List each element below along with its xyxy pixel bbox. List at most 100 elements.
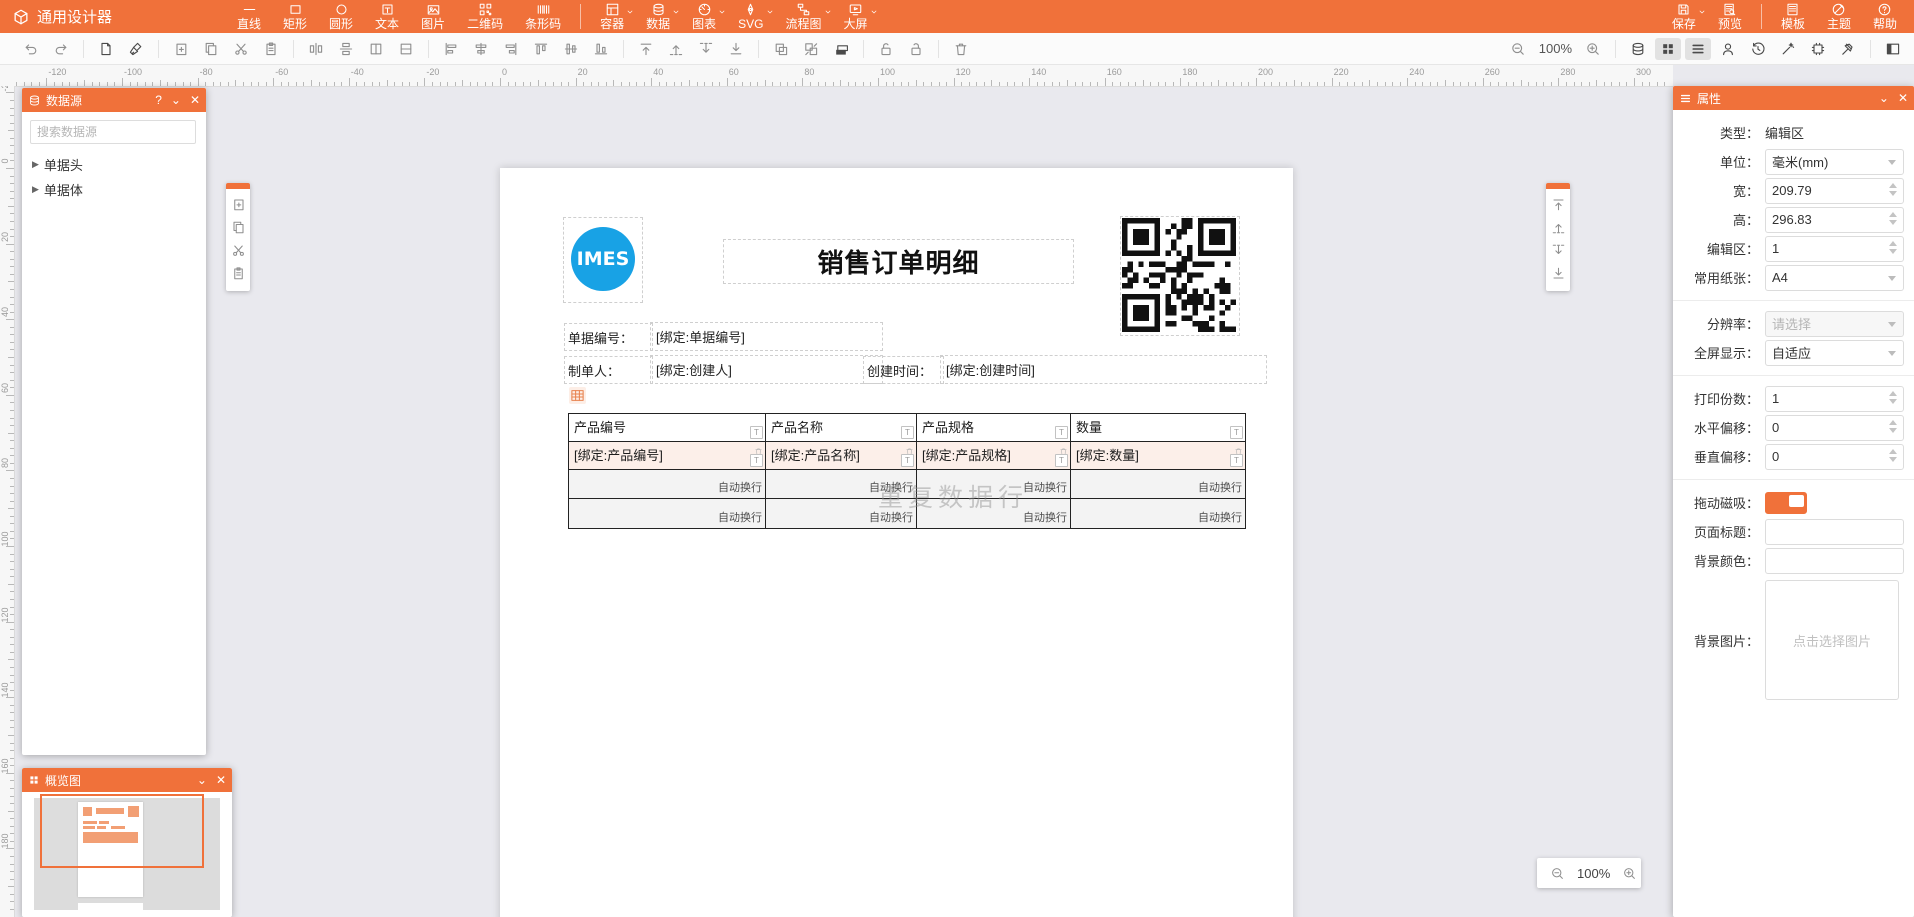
history-icon[interactable]: [1745, 38, 1771, 60]
logo-element[interactable]: IMES: [563, 217, 643, 303]
wand-icon[interactable]: [1775, 38, 1801, 60]
property-number-input[interactable]: 209.79: [1765, 178, 1904, 204]
table-autowrap-cell[interactable]: 自动换行: [766, 499, 917, 529]
stepper-icons[interactable]: [1889, 212, 1897, 225]
moveup-icon[interactable]: [663, 38, 689, 60]
table-autowrap-cell[interactable]: 自动换行: [766, 470, 917, 499]
overview-panel-header[interactable]: 概览图 ⌄ ✕: [22, 768, 232, 792]
tool-screen[interactable]: 大屏: [833, 0, 879, 33]
table-binding-cell[interactable]: [绑定:产品规格]T: [917, 442, 1071, 470]
drag-snap-toggle[interactable]: [1765, 492, 1807, 514]
alignc-icon[interactable]: [468, 38, 494, 60]
tool-text[interactable]: 文本: [364, 0, 410, 33]
alignmid-icon[interactable]: [558, 38, 584, 60]
copy-icon[interactable]: [229, 217, 248, 238]
tobottom-icon[interactable]: [723, 38, 749, 60]
chevron-down-icon[interactable]: [625, 4, 635, 22]
report-title-element[interactable]: 销售订单明细: [723, 239, 1074, 284]
undo-icon[interactable]: [18, 38, 44, 60]
close-icon[interactable]: ✕: [216, 774, 226, 786]
help-icon[interactable]: ?: [155, 94, 162, 106]
hsplit-icon[interactable]: [333, 38, 359, 60]
stepper-icons[interactable]: [1889, 420, 1897, 433]
topbar-help-button[interactable]: 帮助: [1862, 0, 1908, 33]
collapse-icon[interactable]: ⌄: [171, 94, 181, 106]
table-header-cell[interactable]: 产品编号T: [569, 414, 766, 442]
chevron-down-icon[interactable]: [671, 4, 681, 22]
property-select[interactable]: A4: [1765, 265, 1904, 291]
topbar-preview-button[interactable]: 预览: [1707, 0, 1753, 33]
mini-toolbar-grip[interactable]: [1546, 183, 1570, 189]
tools-icon[interactable]: [1835, 38, 1861, 60]
cut-icon[interactable]: [228, 38, 254, 60]
trash-icon[interactable]: [948, 38, 974, 60]
properties-panel-header[interactable]: 属性 ⌄ ✕: [1673, 86, 1914, 110]
layers-icon[interactable]: [828, 38, 854, 60]
property-number-input[interactable]: 296.83: [1765, 207, 1904, 233]
table-header-cell[interactable]: 数量T: [1071, 414, 1246, 442]
chevron-down-icon[interactable]: [823, 4, 833, 22]
chip-icon[interactable]: [1805, 38, 1831, 60]
collapse-icon[interactable]: ⌄: [1879, 92, 1889, 104]
chevron-down-icon[interactable]: [717, 4, 727, 22]
alignbot-icon[interactable]: [588, 38, 614, 60]
chevron-down-icon[interactable]: [1697, 4, 1707, 22]
table-header-cell[interactable]: 产品规格T: [917, 414, 1071, 442]
lockr-icon[interactable]: [903, 38, 929, 60]
property-number-input[interactable]: 0: [1765, 444, 1904, 470]
tool-rect[interactable]: 矩形: [272, 0, 318, 33]
table-header-cell[interactable]: 产品名称T: [766, 414, 917, 442]
chevron-down-icon[interactable]: [869, 4, 879, 22]
collapse-icon[interactable]: ⌄: [197, 774, 207, 786]
tool-container[interactable]: 容器: [589, 0, 635, 33]
cut-icon[interactable]: [229, 240, 248, 261]
alignl-icon[interactable]: [438, 38, 464, 60]
broom-icon[interactable]: [123, 38, 149, 60]
file-icon[interactable]: [93, 38, 119, 60]
property-text-input[interactable]: [1765, 548, 1904, 574]
tree-item-2[interactable]: ▶单据体: [22, 177, 206, 202]
group-icon[interactable]: [768, 38, 794, 60]
field-value-order-no[interactable]: [绑定:单据编号]: [650, 322, 883, 351]
table-binding-cell[interactable]: [绑定:数量]T: [1071, 442, 1246, 470]
property-number-input[interactable]: 1: [1765, 386, 1904, 412]
table-autowrap-cell[interactable]: 自动换行: [569, 470, 766, 499]
tool-image[interactable]: 图片: [410, 0, 456, 33]
aligntop-icon[interactable]: [528, 38, 554, 60]
table-autowrap-cell[interactable]: 自动换行: [1071, 470, 1246, 499]
topbar-template-button[interactable]: 模板: [1770, 0, 1816, 33]
expand-arrow-icon[interactable]: ▶: [32, 159, 39, 170]
property-text-input[interactable]: [1765, 519, 1904, 545]
redo-icon[interactable]: [48, 38, 74, 60]
mini-toolbar-grip[interactable]: [226, 183, 250, 189]
list-icon[interactable]: [1685, 38, 1711, 60]
table-binding-cell[interactable]: [绑定:产品编号]T: [569, 442, 766, 470]
stepper-icons[interactable]: [1889, 241, 1897, 254]
design-canvas[interactable]: IMES 销售订单明细 单据编号： [绑定:单据编号] 制单人： [绑定:创建人…: [14, 86, 1673, 917]
datasource-panel-header[interactable]: 数据源 ? ⌄ ✕: [22, 88, 206, 112]
overview-minimap[interactable]: [34, 798, 220, 910]
dbfill-icon[interactable]: [1625, 38, 1651, 60]
table-autowrap-cell[interactable]: 自动换行: [569, 499, 766, 529]
table-autowrap-cell[interactable]: 自动换行: [917, 499, 1071, 529]
boxh-icon[interactable]: [393, 38, 419, 60]
tool-data[interactable]: 数据: [635, 0, 681, 33]
qrcode-element[interactable]: [1120, 216, 1240, 336]
person-icon[interactable]: [1715, 38, 1741, 60]
stepper-icons[interactable]: [1889, 391, 1897, 404]
tool-chart[interactable]: 图表: [681, 0, 727, 33]
zoom-in-icon[interactable]: [1580, 38, 1606, 60]
property-select[interactable]: 请选择: [1765, 311, 1904, 337]
moveup-icon[interactable]: [1549, 217, 1568, 238]
close-icon[interactable]: ✕: [1898, 92, 1908, 104]
property-select[interactable]: 自适应: [1765, 340, 1904, 366]
panel-icon[interactable]: [1880, 38, 1906, 60]
report-page[interactable]: IMES 销售订单明细 单据编号： [绑定:单据编号] 制单人： [绑定:创建人…: [500, 168, 1293, 917]
totop-icon[interactable]: [633, 38, 659, 60]
stepper-icons[interactable]: [1889, 449, 1897, 462]
tool-barcode[interactable]: 条形码: [514, 0, 572, 33]
addbox-icon[interactable]: [229, 194, 248, 215]
tool-flow[interactable]: 流程图: [775, 0, 833, 33]
minimap-viewport[interactable]: [40, 794, 204, 868]
copy-icon[interactable]: [198, 38, 224, 60]
